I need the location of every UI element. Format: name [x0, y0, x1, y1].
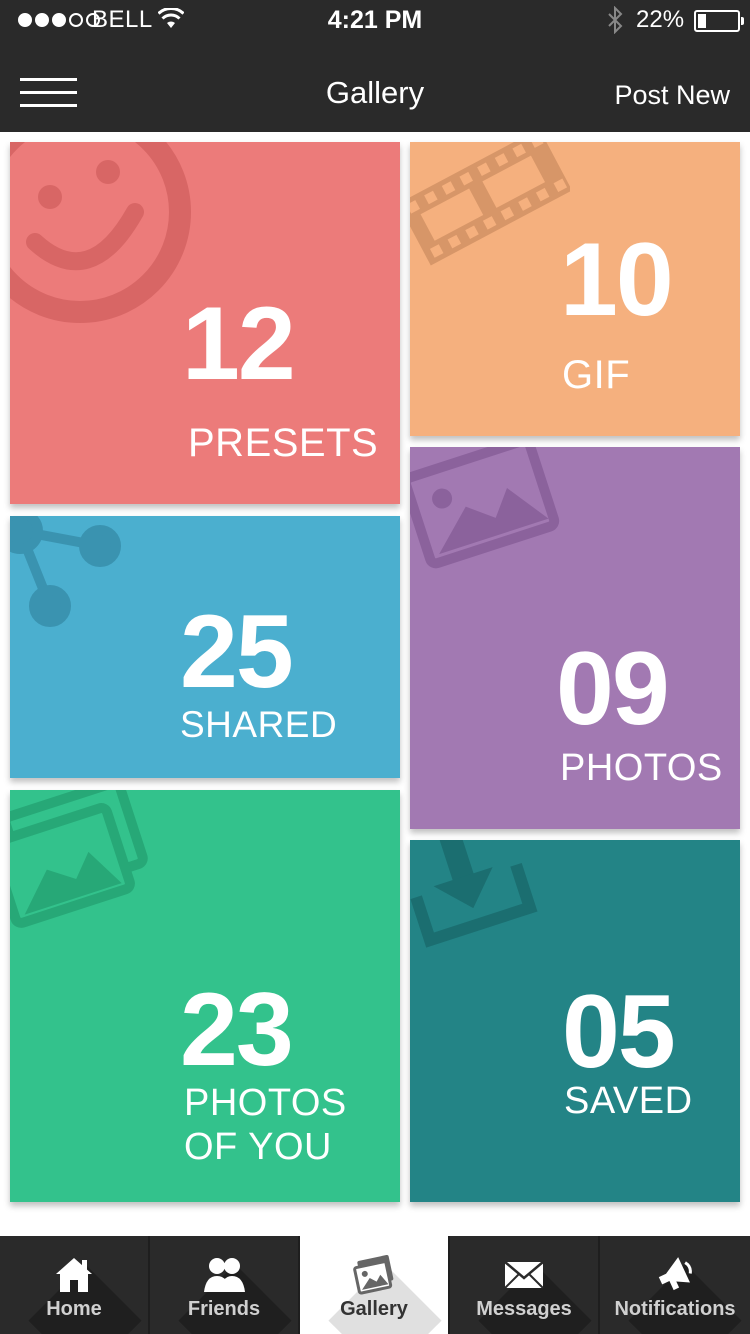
- tile-label: PRESETS: [188, 421, 379, 465]
- tab-home[interactable]: Home: [0, 1236, 150, 1334]
- photo-icon: [410, 447, 560, 569]
- tile-label: SHARED: [180, 704, 338, 745]
- status-bar: BELL 4:21 PM 22%: [0, 0, 750, 40]
- tile-gif[interactable]: 10 GIF: [410, 142, 740, 436]
- post-new-button[interactable]: Post New: [614, 80, 730, 111]
- tile-label: SAVED: [564, 1080, 693, 1122]
- tile-photos-of-you[interactable]: 23 PHOTOS OF YOU: [10, 790, 400, 1202]
- tab-bar: Home Friends Gallery Messages Notificati…: [0, 1236, 750, 1334]
- battery-percent: 22%: [636, 6, 685, 33]
- tab-label: Friends: [187, 1298, 261, 1320]
- share-icon: [10, 516, 121, 627]
- friends-icon: [204, 1258, 245, 1292]
- tab-label: Notifications: [614, 1298, 736, 1320]
- smiley-icon: [10, 142, 191, 323]
- tile-photos[interactable]: 09 PHOTOS: [410, 447, 740, 829]
- tab-label: Messages: [476, 1298, 572, 1320]
- tab-label: Gallery: [340, 1298, 408, 1320]
- envelope-icon: [504, 1261, 544, 1289]
- tab-friends[interactable]: Friends: [150, 1236, 300, 1334]
- tile-saved[interactable]: 05 SAVED: [410, 840, 740, 1202]
- tile-count: 12: [182, 286, 296, 402]
- tile-shared[interactable]: 25 SHARED: [10, 516, 400, 778]
- tile-count: 10: [560, 222, 674, 338]
- tab-messages[interactable]: Messages: [450, 1236, 600, 1334]
- tile-count: 05: [562, 974, 676, 1090]
- photos-stack-icon: [10, 790, 148, 928]
- home-icon: [56, 1258, 92, 1292]
- tab-notifications[interactable]: Notifications: [600, 1236, 750, 1334]
- bluetooth-icon: [608, 6, 623, 34]
- download-icon: [410, 840, 538, 948]
- tile-presets[interactable]: 12 PRESETS: [10, 142, 400, 504]
- tile-label: PHOTOS: [560, 747, 723, 789]
- megaphone-icon: [658, 1257, 692, 1291]
- tile-count: 25: [180, 594, 294, 710]
- tab-label: Home: [46, 1298, 102, 1320]
- gallery-icon: [353, 1254, 394, 1295]
- top-bar: BELL 4:21 PM 22% Gallery Post New: [0, 0, 750, 132]
- tile-label: GIF: [562, 353, 631, 397]
- film-strip-icon: [410, 142, 570, 266]
- tile-count: 09: [556, 631, 670, 747]
- tab-gallery[interactable]: Gallery: [300, 1236, 450, 1334]
- tile-count: 23: [180, 972, 294, 1088]
- battery-icon: [694, 10, 744, 32]
- tile-label: PHOTOS OF YOU: [184, 1082, 347, 1168]
